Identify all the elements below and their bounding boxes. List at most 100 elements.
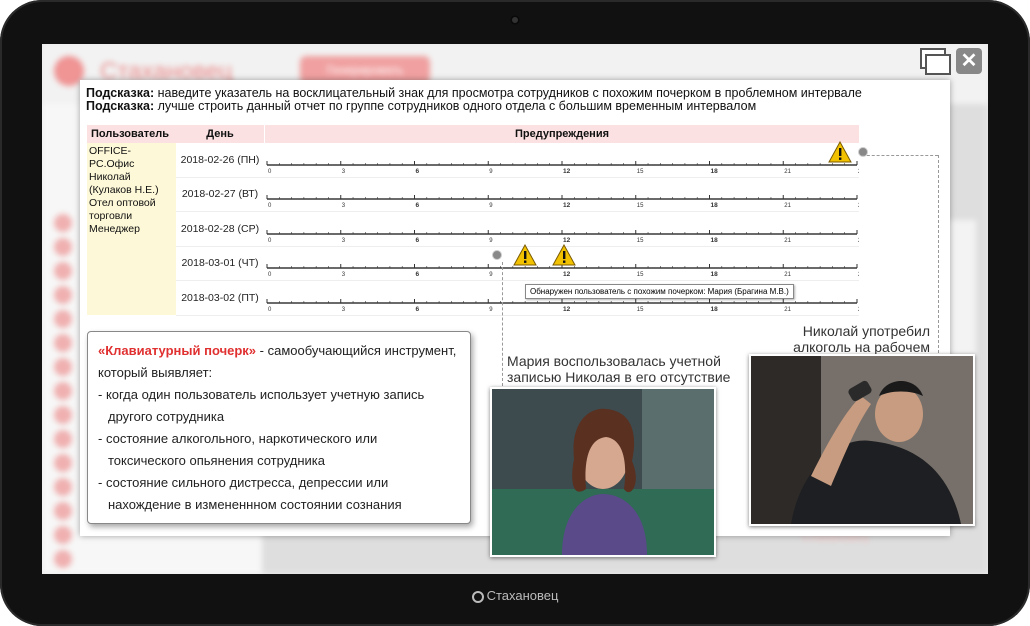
tick-label: 12 — [563, 237, 571, 244]
sidebar-icon[interactable] — [54, 310, 72, 328]
tick-label: 0 — [268, 169, 272, 175]
tick-label: 3 — [342, 307, 346, 313]
tick-label: 15 — [637, 169, 644, 175]
tick-label: 21 — [784, 238, 791, 244]
caption-maria: Мария воспользовалась учетной записью Ни… — [507, 353, 731, 385]
sidebar-icon[interactable] — [54, 430, 72, 448]
sidebar-icon[interactable] — [54, 286, 72, 304]
window-square-icon — [925, 54, 951, 75]
close-button[interactable]: ✕ — [956, 48, 982, 74]
tick-label: 15 — [637, 238, 644, 244]
info-item: другого сотрудника — [108, 409, 225, 424]
tick-label: 3 — [342, 238, 346, 244]
warning-icon[interactable] — [552, 244, 577, 266]
user-cell: OFFICE-PC.Офис Николай (Кулаков Н.Е.) От… — [87, 143, 176, 315]
tooltip: Обнаружен пользователь с похожим почерко… — [525, 284, 794, 299]
tick-label: 18 — [711, 237, 719, 244]
restore-window-button[interactable] — [920, 48, 951, 75]
tick-label: 21 — [784, 203, 791, 209]
sidebar-icon[interactable] — [54, 478, 72, 496]
tick-label: 12 — [563, 202, 571, 209]
tick-label: 6 — [416, 306, 420, 313]
sidebar-icon[interactable] — [54, 334, 72, 352]
tick-label: 18 — [711, 202, 719, 209]
tick-label: 24 — [858, 169, 859, 175]
table-row: 2018-02-26 (ПН) 0 3 6 9 12 15 18 21 24 — [176, 140, 868, 178]
sidebar-icon[interactable] — [54, 262, 72, 280]
tick-label: 12 — [563, 271, 571, 278]
timeline-track: 0 3 6 9 12 15 18 21 24 — [265, 140, 868, 177]
info-item: токсического опьянения сотрудника — [108, 453, 326, 468]
info-item: - состояние алкогольного, наркотического… — [98, 431, 378, 446]
day-cell: 2018-02-28 (СР) — [180, 222, 260, 235]
tick-label: 0 — [268, 238, 272, 244]
connector-line — [938, 155, 939, 353]
table-row: 2018-03-01 (ЧТ) 0 3 6 9 12 15 18 21 24 — [176, 244, 859, 282]
hint-label: Подсказка: — [86, 86, 155, 100]
tick-label: 9 — [489, 203, 493, 209]
tablet-frame: Стахановец Генерировать Стахановец ✕ Под… — [0, 0, 1030, 626]
connector-line — [502, 262, 503, 386]
timeline-axis: 0 3 6 9 12 15 18 21 24 — [266, 161, 859, 175]
sidebar-icon[interactable] — [54, 406, 72, 424]
tick-label: 3 — [342, 272, 346, 278]
info-box: «Клавиатурный почерк» - самообучающийся … — [87, 331, 471, 524]
warning-icon[interactable] — [513, 244, 537, 266]
tick-label: 6 — [416, 202, 420, 209]
tick-label: 9 — [489, 307, 493, 313]
tick-label: 24 — [858, 272, 859, 278]
day-cell: 2018-02-26 (ПН) — [180, 154, 260, 166]
hint-2: Подсказка: лучше строить данный отчет по… — [86, 99, 756, 113]
tick-label: 21 — [784, 169, 791, 175]
photo-nikolay — [749, 354, 975, 526]
tick-label: 24 — [858, 238, 859, 244]
sidebar-icon[interactable] — [54, 454, 72, 472]
hint-label: Подсказка: — [86, 99, 155, 113]
table-row: 2018-02-28 (СР) 0 3 6 9 12 15 18 21 24 — [176, 212, 859, 247]
photo-maria — [490, 387, 716, 557]
tick-label: 0 — [268, 203, 272, 209]
info-item: - состояние сильного дистресса, депресси… — [98, 475, 389, 490]
brand-logo-icon — [471, 591, 484, 603]
sidebar-icon[interactable] — [54, 214, 72, 232]
info-item: нахождение в измененнном состоянии созна… — [108, 497, 402, 512]
tick-label: 15 — [637, 203, 644, 209]
sidebar-icon[interactable] — [54, 358, 72, 376]
tick-label: 15 — [637, 307, 644, 313]
tick-label: 6 — [416, 271, 420, 278]
timeline-track: 0 3 6 9 12 15 18 21 24 — [265, 177, 859, 211]
tick-label: 24 — [858, 203, 859, 209]
sidebar-icon[interactable] — [54, 382, 72, 400]
timeline-track: 0 3 6 9 12 15 18 21 24 — [265, 244, 859, 280]
day-cell: 2018-03-02 (ПТ) — [181, 291, 259, 304]
info-item: - когда один пользователь использует уче… — [98, 387, 425, 402]
column-header-user: Пользователь — [87, 125, 176, 143]
tick-label: 24 — [858, 307, 859, 313]
day-cell: 2018-02-27 (ВТ) — [181, 188, 259, 201]
tick-label: 18 — [711, 271, 719, 278]
tick-label: 12 — [563, 306, 571, 313]
tick-label: 15 — [637, 272, 644, 278]
photo-nikolay-image — [751, 356, 973, 524]
warning-icon[interactable] — [827, 140, 852, 163]
timeline-axis: 0 3 6 9 12 15 18 21 24 — [266, 229, 859, 244]
info-heading: «Клавиатурный почерк» - самообучающийся … — [98, 340, 460, 384]
tick-label: 3 — [342, 203, 346, 209]
column-header-day: День — [176, 125, 264, 143]
sidebar-icon[interactable] — [54, 502, 72, 520]
sidebar-icon[interactable] — [54, 526, 72, 544]
info-title: «Клавиатурный почерк» — [98, 343, 257, 358]
timeline-axis: 0 3 6 9 12 15 18 21 24 — [266, 195, 859, 209]
brand-footer: Стахановец — [0, 588, 1030, 603]
tick-label: 6 — [416, 237, 420, 244]
sidebar-icon[interactable] — [54, 550, 72, 568]
hint-text: наведите указатель на восклицательный зн… — [154, 86, 862, 100]
tick-label: 21 — [784, 307, 791, 313]
marker-dot — [491, 250, 502, 261]
tick-label: 18 — [711, 168, 719, 175]
tick-label: 18 — [711, 306, 719, 313]
sidebar-icon[interactable] — [54, 238, 72, 256]
tick-label: 6 — [416, 168, 420, 175]
close-icon: ✕ — [960, 50, 978, 72]
tick-label: 9 — [489, 272, 493, 278]
